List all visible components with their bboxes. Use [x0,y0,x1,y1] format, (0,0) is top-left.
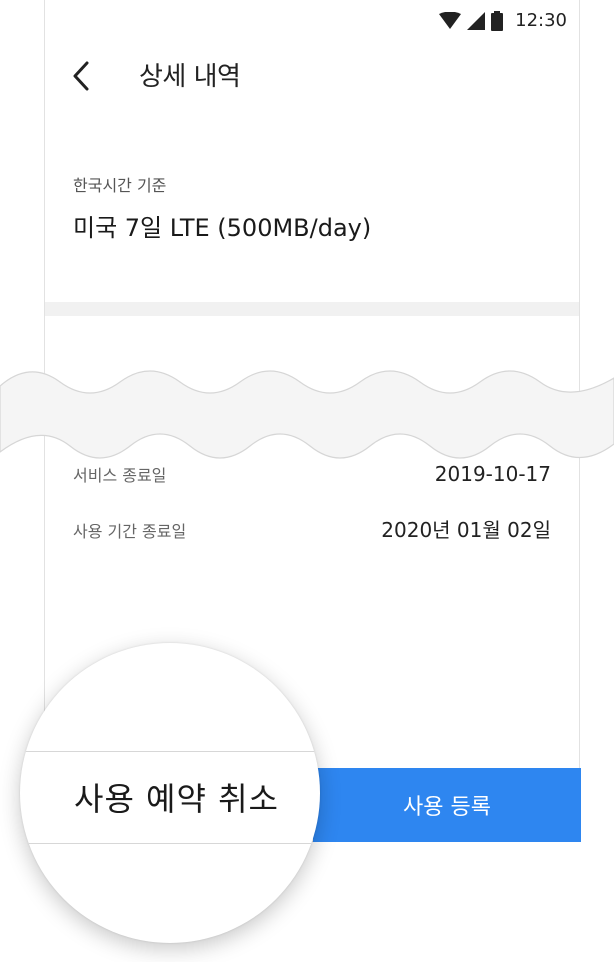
cancel-reservation-button[interactable]: 사용 예약 취소 [20,751,320,843]
page-title: 상세 내역 [139,62,241,92]
magnifier-callout: 사용 예약 취소 [20,643,320,943]
section-divider [45,302,579,316]
cell-signal-icon [467,11,486,30]
divider-line [20,843,320,844]
chevron-left-icon[interactable] [69,58,95,94]
wifi-icon [439,11,462,29]
detail-label: 사용 기간 종료일 [73,522,187,541]
detail-value: 2020년 01월 02일 [381,518,551,542]
status-time: 12:30 [515,10,567,31]
app-bar: 상세 내역 [45,52,579,100]
screen: 12:30 상세 내역 한국시간 기준 미국 7일 LTE (500MB/day… [0,0,614,962]
status-icons: 12:30 [439,10,567,31]
status-bar: 12:30 [45,0,579,40]
detail-row: 사용 기간 종료일 2020년 01월 02일 [73,514,551,543]
product-name: 미국 7일 LTE (500MB/day) [73,214,372,242]
battery-icon [491,10,504,31]
timezone-caption: 한국시간 기준 [73,176,167,195]
wave-cut-overlay [0,370,614,459]
register-button[interactable]: 사용 등록 [313,768,581,842]
